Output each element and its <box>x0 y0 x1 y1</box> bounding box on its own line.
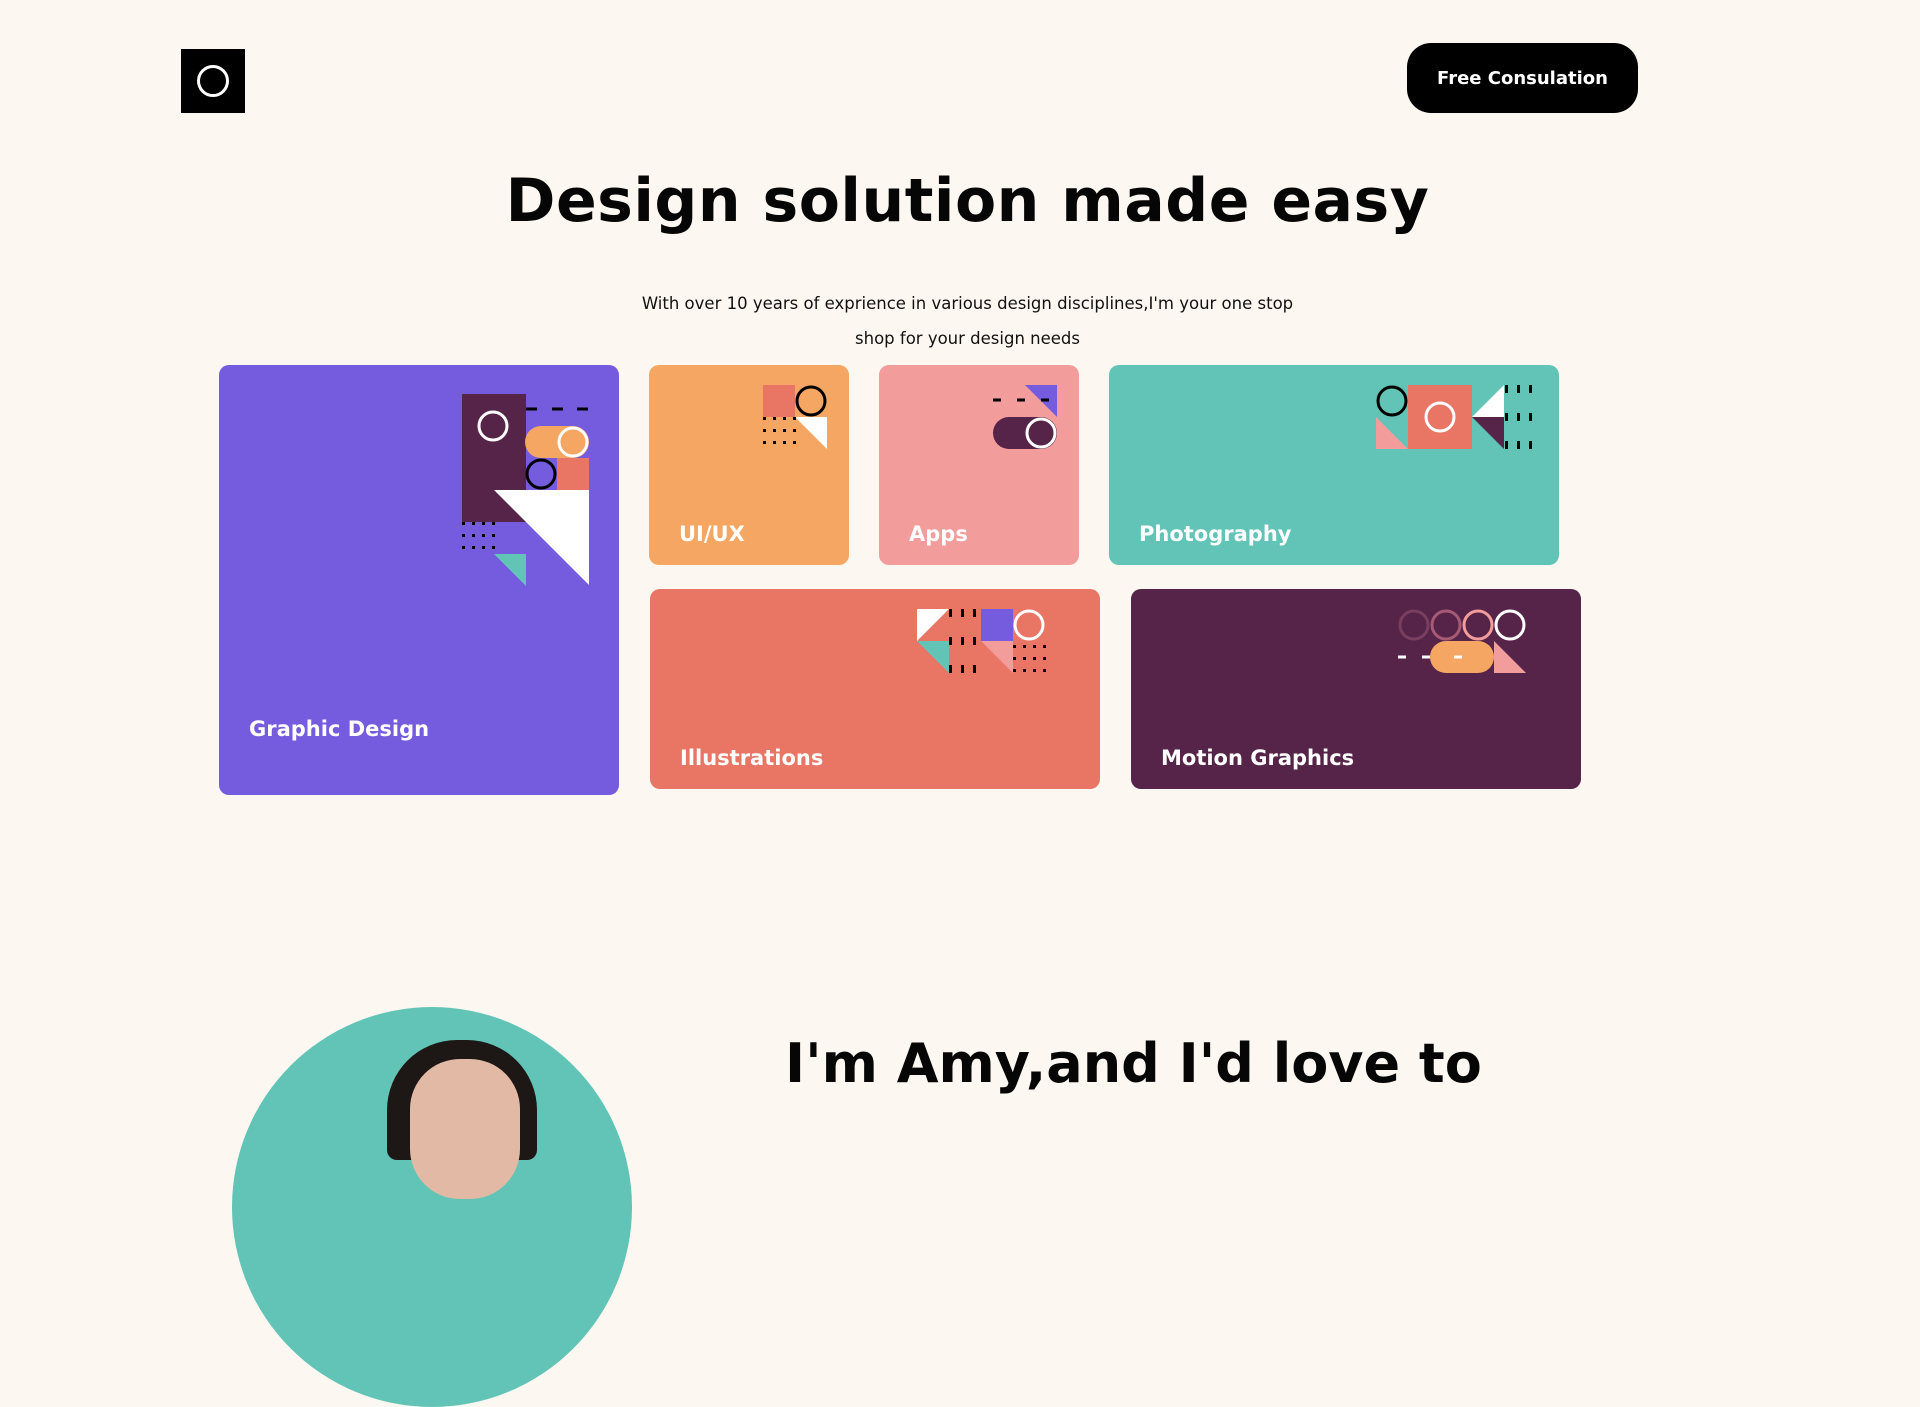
free-consultation-button[interactable]: Free Consulation <box>1407 43 1638 113</box>
service-card-illustrations[interactable]: Illustrations <box>650 589 1100 789</box>
service-card-ui-ux[interactable]: UI/UX <box>649 365 849 565</box>
service-label: Photography <box>1139 522 1292 546</box>
service-label: Graphic Design <box>249 717 430 741</box>
service-label: UI/UX <box>679 522 745 546</box>
ring-logo-icon <box>197 65 229 97</box>
portrait-face <box>410 1059 520 1199</box>
hero-subtitle: With over 10 years of exprience in vario… <box>641 294 1294 348</box>
service-card-apps[interactable]: Apps <box>879 365 1079 565</box>
service-label: Motion Graphics <box>1161 746 1355 770</box>
profile-portrait <box>232 1007 632 1407</box>
service-card-motion-graphics[interactable]: Motion Graphics <box>1131 589 1581 789</box>
service-card-graphic-design[interactable]: Graphic Design <box>219 365 619 795</box>
service-label: Illustrations <box>680 746 824 770</box>
logo[interactable] <box>181 49 245 113</box>
service-label: Apps <box>909 522 968 546</box>
hero-title: Design solution made easy <box>505 166 1430 236</box>
about-title: I'm Amy,and I'd love to <box>785 1032 1482 1095</box>
service-card-photography[interactable]: Photography <box>1109 365 1559 565</box>
